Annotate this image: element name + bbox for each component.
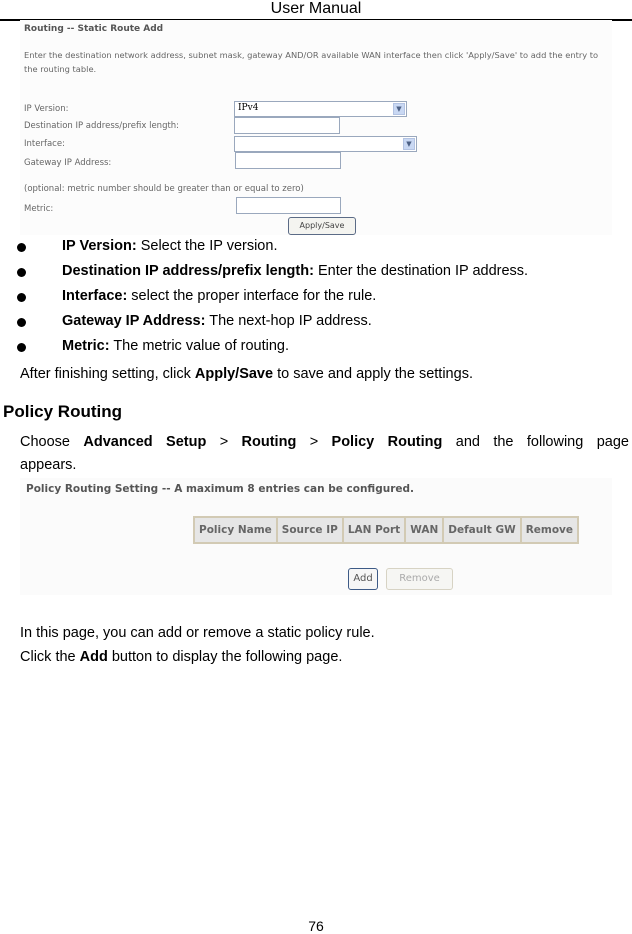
separator: >: [219, 434, 229, 450]
table-header-row: Policy Name Source IP LAN Port WAN Defau…: [193, 516, 580, 544]
apply-save-button[interactable]: Apply/Save: [288, 217, 356, 235]
chevron-down-icon: ▼: [403, 138, 415, 150]
list-item-text: The metric value of routing.: [109, 338, 290, 354]
column-header-remove: Remove: [519, 516, 580, 544]
list-item-term: Gateway IP Address:: [62, 313, 206, 329]
bullet-icon: [17, 268, 26, 277]
screenshot-title: Policy Routing Setting -- A maximum 8 en…: [26, 483, 415, 495]
list-item-term: IP Version:: [62, 238, 137, 254]
list-item-text: select the proper interface for the rule…: [127, 288, 377, 304]
ip-version-label: IP Version:: [24, 104, 69, 114]
header-divider-left-accent: [0, 19, 20, 21]
text: button to display the following page.: [107, 649, 343, 665]
separator: >: [309, 434, 319, 450]
add-reference: Add: [79, 649, 108, 665]
bullet-icon: [17, 293, 26, 302]
interface-select[interactable]: ▼: [234, 136, 417, 152]
list-item-text: Select the IP version.: [136, 238, 278, 254]
bullet-icon: [17, 318, 26, 327]
word: Advanced: [83, 434, 153, 450]
word: following: [526, 434, 584, 450]
static-route-add-screenshot: Routing -- Static Route Add Enter the de…: [20, 20, 612, 235]
interface-label: Interface:: [24, 139, 65, 149]
word: Choose: [20, 434, 70, 450]
remove-button[interactable]: Remove: [386, 568, 453, 590]
header-title: User Manual: [270, 0, 362, 17]
destination-input[interactable]: [234, 117, 340, 134]
gateway-input[interactable]: [235, 152, 341, 169]
word: Setup: [166, 434, 207, 450]
word: Policy: [331, 434, 375, 450]
word: and: [455, 434, 480, 450]
text: to save and apply the settings.: [273, 366, 473, 382]
metric-label: Metric:: [24, 204, 54, 214]
screenshot-title: Routing -- Static Route Add: [24, 24, 164, 34]
list-item-term: Metric:: [62, 338, 110, 354]
list-item-text: The next-hop IP address.: [205, 313, 372, 329]
text: After finishing setting, click: [20, 366, 195, 382]
policy-intro-line1: Choose Advanced Setup > Routing > Policy…: [20, 434, 629, 450]
word: Routing: [387, 434, 443, 450]
gateway-label: Gateway IP Address:: [24, 158, 112, 168]
word: Routing: [241, 434, 297, 450]
column-header-source-ip: Source IP: [275, 516, 344, 544]
text: Click the: [20, 649, 80, 665]
section-heading: Policy Routing: [3, 402, 122, 421]
metric-note: (optional: metric number should be great…: [24, 184, 304, 194]
policy-routing-table: Policy Name Source IP LAN Port WAN Defau…: [193, 516, 580, 544]
bullet-icon: [17, 343, 26, 352]
header-divider-right-accent: [610, 19, 632, 21]
column-header-wan: WAN: [404, 516, 445, 544]
ip-version-value: IPv4: [238, 103, 259, 113]
word: page: [596, 434, 629, 450]
apply-save-reference: Apply/Save: [194, 366, 274, 382]
destination-label: Destination IP address/prefix length:: [24, 121, 180, 131]
policy-paragraph-1: In this page, you can add or remove a st…: [20, 625, 375, 641]
list-item-term: Destination IP address/prefix length:: [62, 263, 314, 279]
column-header-lan-port: LAN Port: [341, 516, 407, 544]
chevron-down-icon: ▼: [393, 103, 405, 115]
after-finishing-paragraph: After finishing setting, click Apply/Sav…: [20, 366, 473, 382]
list-item-text: Enter the destination IP address.: [313, 263, 529, 279]
policy-paragraph-2: Click the Add button to display the foll…: [20, 649, 342, 665]
bullet-icon: [17, 243, 26, 252]
column-header-policy-name: Policy Name: [193, 516, 278, 544]
metric-input[interactable]: [236, 197, 341, 214]
policy-routing-screenshot: Policy Routing Setting -- A maximum 8 en…: [20, 478, 612, 595]
list-item-term: Interface:: [62, 288, 128, 304]
column-header-default-gw: Default GW: [442, 516, 522, 544]
screenshot-description: Enter the destination network address, s…: [24, 50, 599, 74]
policy-intro-line2: appears.: [20, 457, 77, 473]
word: the: [493, 434, 514, 450]
add-button[interactable]: Add: [348, 568, 378, 590]
ip-version-select[interactable]: IPv4 ▼: [234, 101, 407, 117]
